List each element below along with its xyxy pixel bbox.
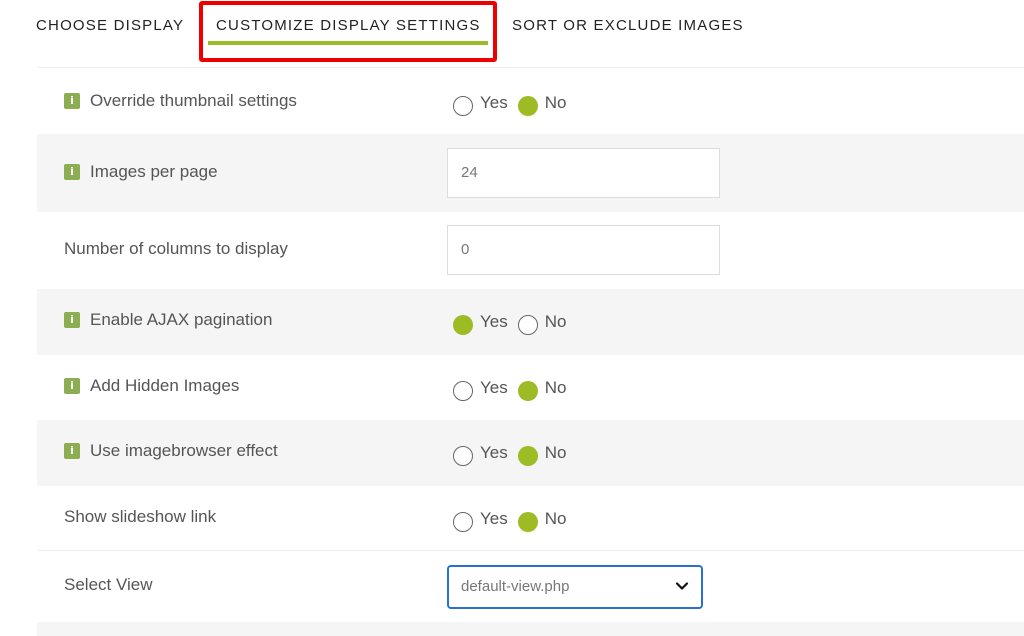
setting-label: i Override thumbnail settings	[64, 91, 297, 111]
radio-no[interactable]: No	[517, 90, 567, 116]
radio-label: Yes	[480, 93, 508, 112]
radio-label: Yes	[480, 509, 508, 528]
select-value: default-view.php	[461, 578, 570, 595]
label-text: Add Hidden Images	[90, 376, 240, 395]
info-icon[interactable]: i	[64, 312, 80, 328]
radio-label: No	[544, 312, 567, 331]
label-text: Override thumbnail settings	[90, 91, 297, 110]
radio-checked-icon[interactable]	[517, 512, 538, 532]
radio-label: No	[544, 443, 567, 462]
tab-choose-display[interactable]: CHOOSE DISPLAY	[36, 17, 184, 34]
setting-label: Select View	[64, 575, 153, 594]
setting-label: i Images per page	[64, 162, 218, 182]
setting-row-override-thumbnail: i Override thumbnail settings Yes No	[37, 68, 1024, 134]
radio-label: Yes	[480, 378, 508, 397]
images-per-page-input[interactable]: 24	[447, 148, 720, 198]
columns-input[interactable]: 0	[447, 225, 720, 275]
radio-checked-icon[interactable]	[453, 315, 473, 335]
settings-panel: i Override thumbnail settings Yes No i I…	[37, 67, 1024, 636]
setting-row-images-per-page: i Images per page 24	[37, 134, 1024, 212]
setting-label: i Use imagebrowser effect	[64, 441, 278, 461]
info-icon[interactable]: i	[64, 164, 80, 180]
radio-yes[interactable]: Yes	[453, 309, 508, 335]
setting-row-columns: Number of columns to display 0	[37, 212, 1024, 289]
label-text: Use imagebrowser effect	[90, 441, 278, 460]
setting-row-partial	[37, 622, 1024, 636]
radio-checked-icon[interactable]	[517, 446, 538, 466]
tab-sort-or-exclude-images[interactable]: SORT OR EXCLUDE IMAGES	[512, 17, 744, 34]
setting-row-slideshow-link: Show slideshow link Yes No	[37, 486, 1024, 551]
setting-label: Number of columns to display	[64, 239, 288, 258]
radio-no[interactable]: No	[517, 440, 567, 466]
radio-unchecked-icon[interactable]	[517, 315, 538, 335]
radio-label: No	[544, 509, 567, 528]
radio-label: Yes	[480, 443, 508, 462]
setting-row-hidden-images: i Add Hidden Images Yes No	[37, 355, 1024, 420]
setting-row-ajax-pagination: i Enable AJAX pagination Yes No	[37, 289, 1024, 355]
setting-label: i Enable AJAX pagination	[64, 310, 272, 330]
radio-checked-icon[interactable]	[517, 96, 538, 116]
radio-yes[interactable]: Yes	[453, 440, 508, 466]
info-icon[interactable]: i	[64, 93, 80, 109]
label-text: Images per page	[90, 162, 218, 181]
radio-label: No	[544, 378, 567, 397]
radio-unchecked-icon[interactable]	[453, 446, 473, 466]
radio-group-override-thumbnail: Yes No	[453, 90, 576, 116]
radio-group-hidden-images: Yes No	[453, 375, 576, 401]
radio-unchecked-icon[interactable]	[453, 512, 473, 532]
select-view-dropdown[interactable]: default-view.php	[447, 565, 703, 609]
chevron-down-icon	[675, 582, 689, 590]
radio-yes[interactable]: Yes	[453, 506, 508, 532]
radio-group-imagebrowser: Yes No	[453, 440, 576, 466]
radio-no[interactable]: No	[517, 375, 567, 401]
radio-unchecked-icon[interactable]	[453, 96, 473, 116]
info-icon[interactable]: i	[64, 378, 80, 394]
info-icon[interactable]: i	[64, 443, 80, 459]
radio-group-slideshow-link: Yes No	[453, 506, 576, 532]
setting-row-select-view: Select View default-view.php	[37, 551, 1024, 622]
radio-group-ajax-pagination: Yes No	[453, 309, 576, 335]
tab-bar: CHOOSE DISPLAY CUSTOMIZE DISPLAY SETTING…	[0, 0, 1024, 68]
radio-label: Yes	[480, 312, 508, 331]
label-text: Enable AJAX pagination	[90, 310, 273, 329]
radio-unchecked-icon[interactable]	[453, 381, 473, 401]
radio-yes[interactable]: Yes	[453, 90, 508, 116]
radio-yes[interactable]: Yes	[453, 375, 508, 401]
setting-label: i Add Hidden Images	[64, 376, 239, 396]
setting-label: Show slideshow link	[64, 507, 217, 526]
radio-label: No	[544, 93, 567, 112]
radio-checked-icon[interactable]	[517, 381, 538, 401]
setting-row-imagebrowser: i Use imagebrowser effect Yes No	[37, 420, 1024, 486]
radio-no[interactable]: No	[517, 506, 567, 532]
radio-no[interactable]: No	[517, 309, 567, 335]
highlight-box	[199, 1, 497, 62]
